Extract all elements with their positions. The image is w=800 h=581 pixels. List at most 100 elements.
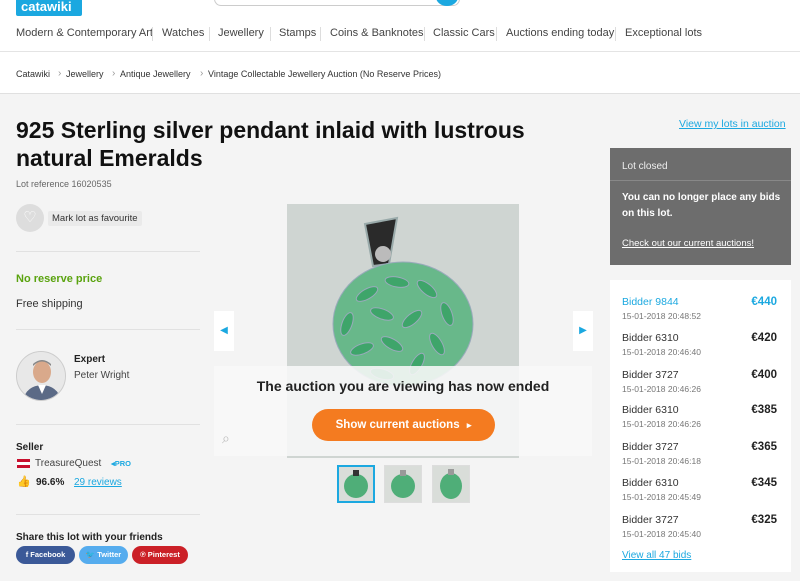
- top-bar: catawiki: [0, 0, 800, 18]
- bid-bidder: Bidder 3727: [622, 441, 679, 453]
- no-reserve-label: No reserve price: [16, 273, 103, 285]
- bid-amount: €440: [751, 296, 777, 308]
- person-icon: [17, 352, 65, 400]
- nav-divider: [615, 27, 616, 41]
- nav-item-coins[interactable]: Coins & Banknotes: [330, 27, 424, 39]
- thumbnail-image: [339, 467, 373, 501]
- seller-heading: Seller: [16, 442, 44, 453]
- bid-time: 15-01-2018 20:46:26: [622, 384, 701, 394]
- triangle-right-icon: ▸: [466, 420, 472, 430]
- bid-bidder: Bidder 3727: [622, 514, 679, 526]
- gallery-thumbnail[interactable]: [384, 465, 422, 503]
- seller-name[interactable]: TreasureQuest: [35, 458, 101, 469]
- nav-item-jewellery[interactable]: Jewellery: [218, 27, 264, 39]
- current-auctions-link[interactable]: Check out our current auctions!: [622, 238, 754, 249]
- nav-item-classic-cars[interactable]: Classic Cars: [433, 27, 495, 39]
- bid-history: Bidder 9844 15-01-2018 20:48:52 €440 Bid…: [610, 280, 791, 572]
- heart-icon[interactable]: ♡: [16, 204, 44, 232]
- nav-divider: [152, 27, 153, 41]
- bid-bidder: Bidder 6310: [622, 332, 679, 344]
- bid-amount: €400: [751, 369, 777, 381]
- twitter-share-button[interactable]: 🐦 Twitter: [79, 546, 128, 564]
- gallery-thumbnail[interactable]: [432, 465, 470, 503]
- nav-divider: [320, 27, 321, 41]
- show-current-auctions-label: Show current auctions: [335, 419, 460, 431]
- pinterest-label: Pinterest: [147, 550, 180, 559]
- catawiki-logo[interactable]: catawiki: [16, 0, 82, 16]
- bid-time: 15-01-2018 20:46:18: [622, 456, 701, 466]
- expert-heading: Expert: [74, 354, 106, 365]
- nav-item-ending-today[interactable]: Auctions ending today: [506, 27, 614, 39]
- bid-amount: €365: [751, 441, 777, 453]
- show-current-auctions-button[interactable]: Show current auctions ▸: [312, 409, 495, 441]
- facebook-share-button[interactable]: f Facebook: [16, 546, 75, 564]
- seller-rating: 96.6%: [36, 477, 65, 488]
- bid-bidder: Bidder 6310: [622, 477, 679, 489]
- nav-divider: [424, 27, 425, 41]
- pinterest-share-button[interactable]: ℗ Pinterest: [132, 546, 188, 564]
- bid-time: 15-01-2018 20:45:49: [622, 492, 701, 502]
- lot-closed-panel: Lot closed You can no longer place any b…: [610, 148, 791, 265]
- thumbnail-image: [433, 466, 469, 502]
- nav-item-watches[interactable]: Watches: [162, 27, 204, 39]
- search-input[interactable]: [214, 0, 460, 6]
- zoom-icon[interactable]: ⌕: [222, 430, 230, 447]
- expert-avatar: [16, 351, 66, 401]
- free-shipping-label: Free shipping: [16, 298, 83, 310]
- thumbs-up-icon: 👍: [17, 476, 31, 488]
- chevron-right-icon: ›: [112, 68, 116, 79]
- share-heading: Share this lot with your friends: [16, 532, 163, 543]
- divider: [16, 424, 200, 425]
- nav-divider: [209, 27, 210, 41]
- twitter-label: Twitter: [97, 550, 122, 559]
- breadcrumb-auction[interactable]: Vintage Collectable Jewellery Auction (N…: [208, 69, 441, 79]
- bid-time: 15-01-2018 20:46:40: [622, 347, 701, 357]
- breadcrumb-jewellery[interactable]: Jewellery: [66, 69, 104, 79]
- facebook-label: Facebook: [30, 550, 66, 559]
- divider: [16, 251, 200, 252]
- country-flag-icon: [17, 459, 30, 468]
- thumbnail-image: [385, 466, 421, 502]
- bid-time: 15-01-2018 20:48:52: [622, 311, 701, 321]
- expert-name: Peter Wright: [74, 370, 130, 381]
- view-all-bids-link[interactable]: View all 47 bids: [622, 550, 691, 561]
- breadcrumb-antique-jewellery[interactable]: Antique Jewellery: [120, 69, 191, 79]
- bid-bidder: Bidder 9844: [622, 296, 679, 308]
- breadcrumb-catawiki[interactable]: Catawiki: [16, 69, 50, 79]
- bid-bidder: Bidder 6310: [622, 404, 679, 416]
- lot-title-line-1: 925 Sterling silver pendant inlaid with …: [16, 117, 525, 143]
- lot-reference: Lot reference 16020535: [16, 179, 112, 189]
- bid-amount: €420: [751, 332, 777, 344]
- pro-badge: ◂PRO: [111, 459, 132, 468]
- bid-time: 15-01-2018 20:45:40: [622, 529, 701, 539]
- chevron-right-icon: ›: [58, 68, 62, 79]
- lot-closed-heading: Lot closed: [622, 161, 668, 172]
- nav-divider: [496, 27, 497, 41]
- bid-amount: €385: [751, 404, 777, 416]
- bid-bidder: Bidder 3727: [622, 369, 679, 381]
- seller-reviews-link[interactable]: 29 reviews: [74, 477, 122, 488]
- nav-item-modern-art[interactable]: Modern & Contemporary Art: [16, 27, 153, 39]
- auction-ended-message: The auction you are viewing has now ende…: [256, 378, 550, 394]
- breadcrumb: Catawiki › Jewellery › Antique Jewellery…: [0, 52, 800, 94]
- favourite-button[interactable]: Mark lot as favourite: [48, 211, 142, 226]
- bid-amount: €345: [751, 477, 777, 489]
- gallery-prev-button[interactable]: ◀: [214, 311, 234, 351]
- lot-closed-text: You can no longer place any bids on this…: [622, 192, 781, 219]
- bid-time: 15-01-2018 20:46:26: [622, 419, 701, 429]
- gallery-thumbnail[interactable]: [337, 465, 375, 503]
- view-my-lots-link[interactable]: View my lots in auction: [679, 118, 786, 130]
- divider: [16, 329, 200, 330]
- nav-item-exceptional[interactable]: Exceptional lots: [625, 27, 702, 39]
- divider: [16, 514, 200, 515]
- lot-title-line-2: natural Emeralds: [16, 145, 203, 171]
- lot-title: 925 Sterling silver pendant inlaid with …: [16, 116, 576, 172]
- pro-badge-label: PRO: [114, 459, 132, 468]
- category-nav: Modern & Contemporary Art Watches Jewell…: [0, 18, 800, 52]
- gallery-next-button[interactable]: ▶: [573, 311, 593, 351]
- chevron-right-icon: ›: [200, 68, 204, 79]
- nav-item-stamps[interactable]: Stamps: [279, 27, 316, 39]
- bid-amount: €325: [751, 514, 777, 526]
- nav-divider: [270, 27, 271, 41]
- divider: [610, 180, 791, 181]
